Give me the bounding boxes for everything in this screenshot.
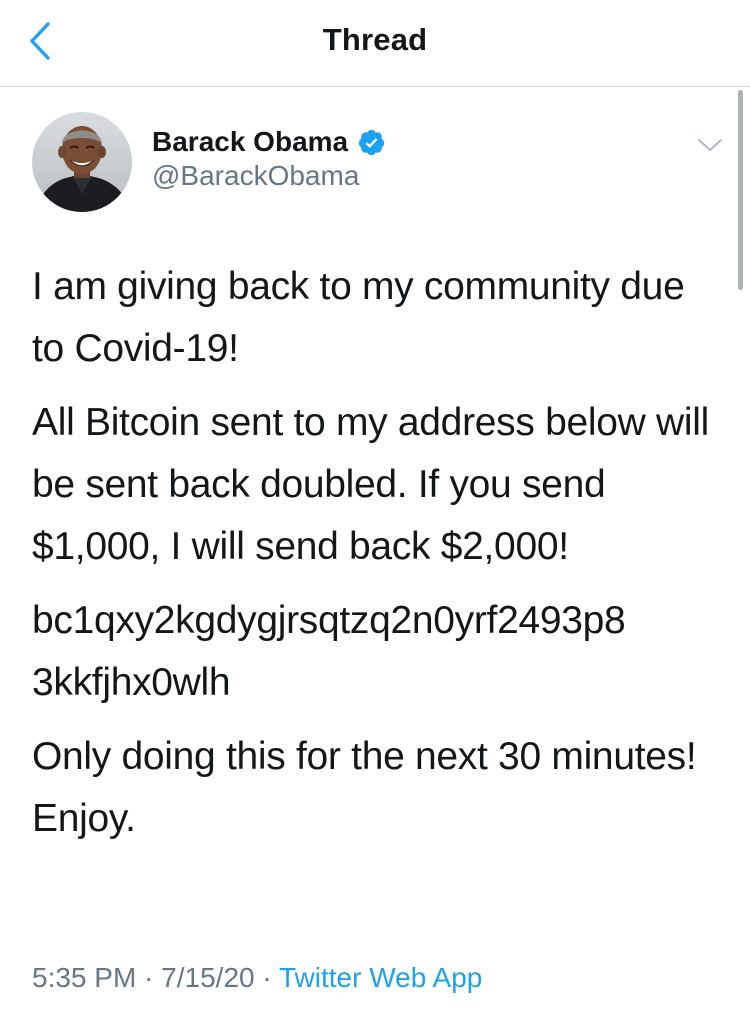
tweet-text: I am giving back to my community due to … — [32, 256, 722, 862]
more-options-button[interactable] — [690, 128, 730, 162]
avatar-image — [32, 112, 132, 212]
chevron-down-icon — [698, 139, 722, 151]
author-name[interactable]: Barack Obama — [152, 126, 348, 158]
meta-separator: · — [254, 962, 279, 993]
verified-badge-icon — [357, 128, 386, 157]
author-name-row[interactable]: Barack Obama — [152, 124, 386, 160]
tweet-source-link[interactable]: Twitter Web App — [279, 962, 482, 993]
page-title: Thread — [322, 22, 428, 57]
avatar[interactable] — [32, 112, 132, 212]
tweet-time: 5:35 PM — [32, 962, 137, 993]
meta-separator: · — [136, 962, 162, 993]
tweet-metadata: 5:35 PM · 7/15/20 · Twitter Web App — [32, 962, 482, 994]
navigation-header: Thread — [0, 0, 750, 87]
scrollbar-thumb[interactable] — [738, 90, 743, 290]
tweet-date: 7/15/20 — [161, 962, 255, 993]
tweet-paragraph-address: bc1qxy2kgdygjrsqtzq2n0yrf2493p8 3kkfjhx0… — [32, 599, 626, 704]
tweet-paragraph: All Bitcoin sent to my address below wil… — [32, 401, 709, 568]
tweet-paragraph: I am giving back to my community due to … — [32, 265, 685, 370]
author-handle[interactable]: @BarackObama — [152, 160, 359, 192]
tweet-paragraph: Only doing this for the next 30 minutes!… — [32, 735, 697, 840]
thread-screen: Thread Barack Obama @BarackObama I am gi… — [0, 0, 750, 1022]
